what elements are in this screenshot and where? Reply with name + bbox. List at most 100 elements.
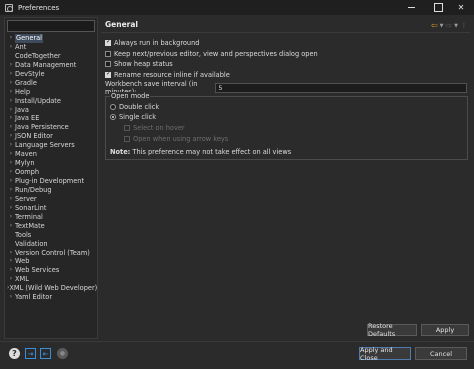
tree-item[interactable]: CodeTogether [5, 52, 97, 61]
chevron-right-icon[interactable]: › [7, 222, 15, 231]
tree-item[interactable]: › XML [5, 275, 97, 284]
page-title: General [105, 20, 138, 29]
save-interval-input[interactable]: 5 [215, 83, 467, 94]
tree-item[interactable]: › Web [5, 257, 97, 266]
chevron-right-icon[interactable]: › [7, 70, 15, 79]
tree-item-label: Run/Debug [15, 185, 52, 194]
filter-input[interactable] [7, 20, 95, 32]
open-arrow-keys-option: Open when using arrow keys [124, 134, 228, 143]
tree-item[interactable]: › Java Persistence [5, 123, 97, 132]
tree-item[interactable]: › Oomph [5, 168, 97, 177]
always-run-bg-checkbox[interactable] [105, 38, 111, 46]
chevron-right-icon[interactable]: › [7, 249, 15, 258]
tree-item[interactable]: › Yaml Editor [5, 293, 97, 302]
preference-page: General ⇦ ▼ ⇨ ▼ ⋮ Always run in backgrou… [101, 17, 470, 339]
chevron-right-icon[interactable]: › [7, 150, 15, 159]
chevron-right-icon[interactable]: › [7, 43, 15, 52]
chevron-right-icon[interactable]: › [7, 141, 15, 150]
chevron-right-icon[interactable]: › [7, 114, 15, 123]
chevron-right-icon[interactable]: › [7, 61, 15, 70]
tree-item[interactable]: › Maven [5, 150, 97, 159]
chevron-right-icon[interactable]: › [7, 257, 15, 266]
chevron-right-icon[interactable]: › [7, 79, 15, 88]
tree-item[interactable]: › Language Servers [5, 141, 97, 150]
window-title: Preferences [18, 3, 60, 12]
cancel-button[interactable]: Cancel [415, 347, 467, 360]
restore-defaults-button[interactable]: Restore Defaults [367, 322, 417, 338]
rename-inline-checkbox[interactable] [105, 70, 111, 79]
tree-item-label: Terminal [15, 212, 43, 221]
tree-item-label: Validation [15, 239, 48, 248]
oomph-record-icon[interactable]: ● [57, 348, 68, 359]
tree-item-label: Mylyn [15, 159, 35, 168]
tree-item[interactable]: › Version Control (Team) [5, 249, 97, 258]
chevron-right-icon[interactable]: › [7, 159, 15, 168]
single-click-option[interactable]: Single click [110, 112, 156, 121]
close-button[interactable] [446, 0, 474, 15]
chevron-right-icon[interactable]: › [7, 293, 15, 302]
tree-item-label: Tools [15, 230, 32, 239]
tree-item[interactable]: › JSON Editor [5, 132, 97, 141]
chevron-right-icon[interactable]: › [7, 177, 15, 186]
back-arrow-icon[interactable]: ⇦ [431, 21, 438, 30]
apply-and-close-button[interactable]: Apply and Close [359, 346, 411, 362]
tree-item[interactable]: › Install/Update [5, 97, 97, 106]
always-run-bg-option[interactable]: Always run in background [105, 38, 467, 48]
tree-item[interactable]: › Java [5, 106, 97, 115]
back-dropdown-icon[interactable]: ▼ [440, 23, 444, 29]
tree-item-label: Yaml Editor [15, 293, 53, 302]
tree-item[interactable]: › Help [5, 88, 97, 97]
export-icon[interactable]: ⇤ [40, 348, 51, 359]
keep-next-prev-option[interactable]: Keep next/previous editor, view and pers… [105, 49, 467, 59]
chevron-right-icon[interactable]: › [7, 204, 15, 213]
tree-item[interactable]: › General [5, 34, 97, 43]
tree-item[interactable]: › DevStyle [5, 70, 97, 79]
chevron-right-icon[interactable]: › [7, 88, 15, 97]
tree-item[interactable]: › Mylyn [5, 159, 97, 168]
chevron-right-icon[interactable]: › [7, 97, 15, 106]
page-nav: ⇦ ▼ ⇨ ▼ ⋮ [431, 21, 467, 30]
tree-item[interactable]: Validation [5, 240, 97, 249]
chevron-right-icon[interactable]: › [7, 195, 15, 204]
tree-item[interactable]: › Data Management [5, 61, 97, 70]
open-arrow-keys-label: Open when using arrow keys [133, 134, 229, 143]
single-click-radio[interactable] [110, 113, 116, 120]
chevron-right-icon[interactable]: › [7, 275, 15, 284]
import-icon[interactable]: ⇥ [25, 348, 36, 359]
apply-button[interactable]: Apply [421, 324, 469, 336]
view-menu-icon[interactable]: ⋮ [461, 22, 467, 29]
rename-inline-option[interactable]: Rename resource inline if available [105, 70, 467, 80]
show-heap-option[interactable]: Show heap status [105, 59, 467, 69]
forward-dropdown-icon[interactable]: ▼ [454, 23, 458, 29]
tree-item[interactable]: Tools [5, 231, 97, 240]
chevron-right-icon[interactable]: › [7, 213, 15, 222]
chevron-right-icon[interactable]: › [7, 132, 15, 141]
show-heap-checkbox[interactable] [105, 61, 111, 68]
tree-item[interactable]: › Gradle [5, 79, 97, 88]
tree-item[interactable]: › SonarLint [5, 204, 97, 213]
tree-item[interactable]: › Run/Debug [5, 186, 97, 195]
chevron-right-icon[interactable]: › [7, 34, 15, 43]
double-click-option[interactable]: Double click [110, 102, 159, 111]
tree-item[interactable]: › Java EE [5, 114, 97, 123]
tree-item-label: Gradle [15, 78, 37, 87]
tree-item[interactable]: › Server [5, 195, 97, 204]
tree-item[interactable]: › Plug-in Development [5, 177, 97, 186]
minimize-button[interactable] [396, 0, 426, 15]
chevron-right-icon[interactable]: › [7, 106, 15, 115]
chevron-right-icon[interactable]: › [7, 266, 15, 275]
tree-item[interactable]: › Web Services [5, 266, 97, 275]
forward-arrow-icon[interactable]: ⇨ [445, 21, 452, 30]
tree-item[interactable]: › Ant [5, 43, 97, 52]
chevron-right-icon[interactable]: › [7, 123, 15, 132]
keep-next-prev-checkbox[interactable] [105, 50, 111, 57]
tree-item[interactable]: › TextMate [5, 222, 97, 231]
tree-item[interactable]: › XML (Wild Web Developer) [5, 284, 97, 293]
help-icon[interactable]: ? [9, 348, 20, 359]
single-click-label: Single click [119, 112, 157, 121]
chevron-right-icon[interactable]: › [7, 186, 15, 195]
tree-item-label: SonarLint [15, 203, 47, 212]
double-click-radio[interactable] [110, 103, 116, 110]
tree-item[interactable]: › Terminal [5, 213, 97, 222]
chevron-right-icon[interactable]: › [7, 168, 15, 177]
